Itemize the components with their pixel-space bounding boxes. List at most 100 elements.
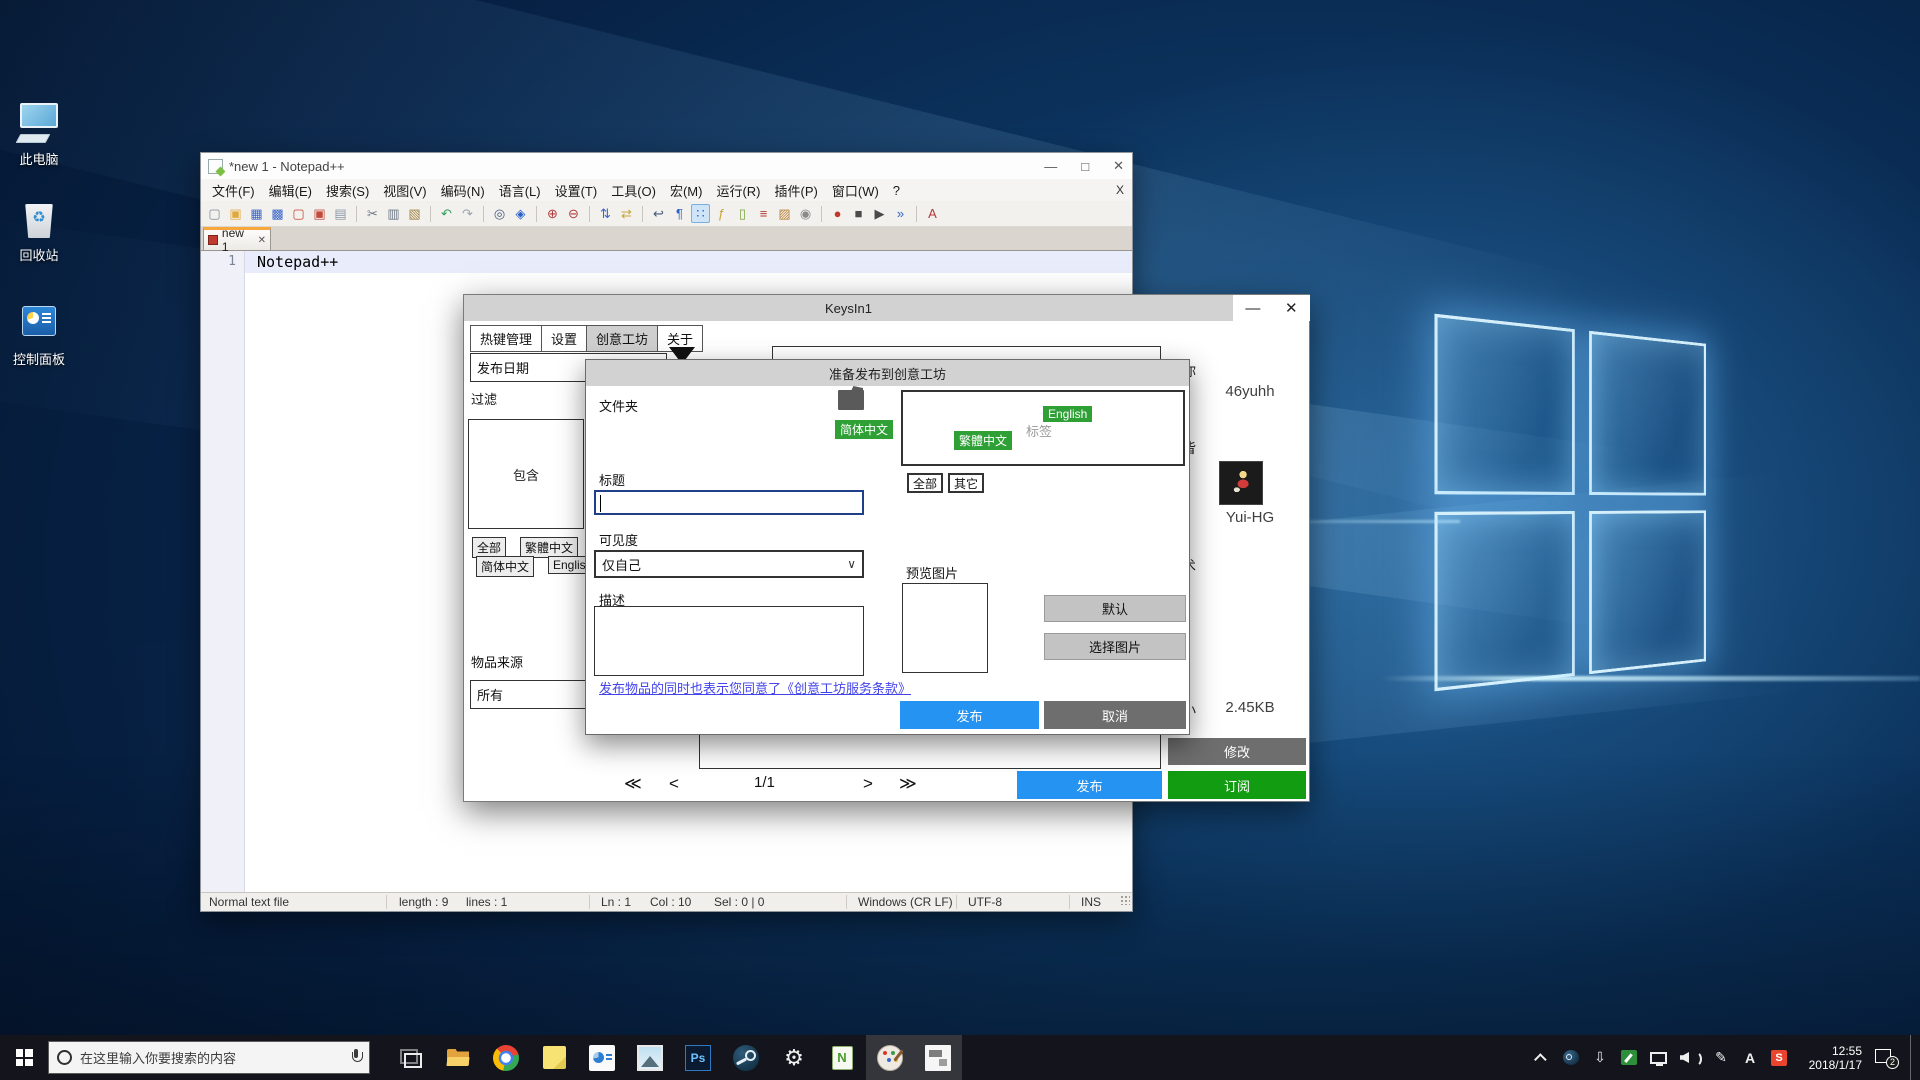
word-wrap-icon[interactable]: ↩ — [649, 204, 668, 223]
taskbar-media-center-button[interactable] — [578, 1035, 626, 1080]
include-box[interactable]: 包含 — [468, 419, 584, 529]
keysin1-tab-0[interactable]: 热键管理 — [470, 325, 542, 352]
document-list-icon[interactable]: ≡ — [754, 204, 773, 223]
menu-item-5[interactable]: 语言(L) — [492, 179, 548, 202]
menu-item-8[interactable]: 宏(M) — [663, 179, 710, 202]
document-tab[interactable]: new 1 ✕ — [203, 227, 271, 250]
filter-traditional-button[interactable]: 繁體中文 — [520, 537, 578, 558]
tab-close-icon[interactable]: ✕ — [258, 235, 266, 246]
close-button[interactable]: ✕ — [1113, 158, 1124, 174]
maximize-button[interactable]: □ — [1081, 159, 1089, 174]
menu-item-11[interactable]: 窗口(W) — [825, 179, 886, 202]
menu-item-3[interactable]: 视图(V) — [376, 179, 433, 202]
taskbar-keysin1-button[interactable] — [914, 1035, 962, 1080]
taskbar-photos-button[interactable] — [626, 1035, 674, 1080]
taskbar-steam-button[interactable] — [722, 1035, 770, 1080]
folder-as-workspace-icon[interactable]: ▨ — [775, 204, 794, 223]
replace-icon[interactable]: ◈ — [511, 204, 530, 223]
pen-tray-icon[interactable]: ✎ — [1713, 1049, 1729, 1066]
modal-publish-button[interactable]: 发布 — [900, 701, 1039, 729]
record-macro-icon[interactable]: ● — [828, 204, 847, 223]
menu-item-6[interactable]: 设置(T) — [548, 179, 605, 202]
title-input[interactable] — [594, 490, 864, 515]
minimize-button[interactable]: — — [1044, 159, 1057, 174]
new-file-icon[interactable]: ▢ — [205, 204, 224, 223]
run-macro-multiple-icon[interactable]: » — [891, 204, 910, 223]
subscribe-button[interactable]: 订阅 — [1168, 771, 1306, 799]
folder-icon[interactable] — [838, 390, 864, 410]
spell-check-icon[interactable]: A — [923, 204, 942, 223]
keysin1-titlebar[interactable]: KeysIn1 — [464, 295, 1233, 321]
tag-all-button[interactable]: 全部 — [907, 473, 943, 493]
volume-tray-icon[interactable] — [1680, 1050, 1700, 1065]
sogou-tray-icon[interactable]: S — [1771, 1050, 1787, 1066]
undo-icon[interactable]: ↶ — [437, 204, 456, 223]
publish-button[interactable]: 发布 — [1017, 771, 1162, 799]
modal-titlebar[interactable]: 准备发布到创意工坊 — [586, 360, 1189, 386]
show-all-characters-icon[interactable]: ¶ — [670, 204, 689, 223]
paste-icon[interactable]: ▧ — [405, 204, 424, 223]
minimize-button[interactable]: — — [1245, 300, 1260, 317]
taskbar-task-view-button[interactable] — [386, 1035, 434, 1080]
menu-item-10[interactable]: 插件(P) — [768, 179, 825, 202]
notification-icon[interactable]: 2 — [1875, 1048, 1897, 1068]
tray-clock[interactable]: 12:55 2018/1/17 — [1800, 1044, 1862, 1072]
menu-item-12[interactable]: ? — [886, 181, 907, 200]
menu-item-7[interactable]: 工具(O) — [604, 179, 663, 202]
document-map-icon[interactable]: ▯ — [733, 204, 752, 223]
keysin1-tab-1[interactable]: 设置 — [541, 325, 587, 352]
page-last-button[interactable]: ≫ — [899, 774, 917, 794]
function-list-icon[interactable]: ƒ — [712, 204, 731, 223]
taskbar-paint-button[interactable] — [866, 1035, 914, 1080]
taskbar-search-box[interactable]: 在这里输入你要搜索的内容 — [48, 1041, 370, 1074]
menu-item-2[interactable]: 搜索(S) — [319, 179, 376, 202]
menu-item-1[interactable]: 编辑(E) — [262, 179, 319, 202]
close-document-icon[interactable]: ▢ — [289, 204, 308, 223]
editor-tray-icon[interactable] — [1621, 1050, 1637, 1065]
close-button[interactable]: ✕ — [1285, 299, 1298, 317]
cut-icon[interactable]: ✂ — [363, 204, 382, 223]
copy-icon[interactable]: ▥ — [384, 204, 403, 223]
desktop-icon-control-panel[interactable]: 控制面板 — [6, 300, 72, 368]
sync-vertical-icon[interactable]: ⇅ — [596, 204, 615, 223]
taskbar-sticky-notes-button[interactable] — [530, 1035, 578, 1080]
default-button[interactable]: 默认 — [1044, 595, 1186, 622]
zoom-out-icon[interactable]: ⊖ — [564, 204, 583, 223]
notepad-titlebar[interactable]: *new 1 - Notepad++ — □ ✕ — [201, 153, 1132, 179]
print-icon[interactable]: ▤ — [331, 204, 350, 223]
zoom-in-icon[interactable]: ⊕ — [543, 204, 562, 223]
tag-english[interactable]: English — [1043, 406, 1092, 422]
filter-simplified-button[interactable]: 简体中文 — [476, 556, 534, 577]
tag-simplified-chinese[interactable]: 简体中文 — [835, 420, 893, 439]
tag-other-button[interactable]: 其它 — [948, 473, 984, 493]
tray-expand-icon[interactable] — [1534, 1053, 1547, 1066]
find-icon[interactable]: ◎ — [490, 204, 509, 223]
modal-cancel-button[interactable]: 取消 — [1044, 701, 1186, 729]
taskbar-file-explorer-button[interactable] — [434, 1035, 482, 1080]
save-icon[interactable]: ▦ — [247, 204, 266, 223]
tag-traditional-chinese[interactable]: 繁體中文 — [954, 431, 1012, 450]
indent-guide-icon[interactable]: ∷ — [691, 204, 710, 223]
resize-grip[interactable] — [1120, 895, 1130, 905]
steam-tray-icon[interactable] — [1563, 1050, 1579, 1065]
ime-indicator[interactable]: A — [1742, 1050, 1758, 1066]
show-desktop-button[interactable] — [1910, 1035, 1914, 1080]
menu-item-0[interactable]: 文件(F) — [205, 179, 262, 202]
choose-image-button[interactable]: 选择图片 — [1044, 633, 1186, 660]
page-prev-button[interactable]: < — [669, 774, 679, 794]
monitoring-icon[interactable]: ◉ — [796, 204, 815, 223]
preview-image-box[interactable] — [902, 583, 988, 673]
microphone-icon[interactable] — [351, 1049, 361, 1066]
desktop-icon-recycle-bin[interactable]: ♻ 回收站 — [6, 196, 72, 264]
taskbar-chrome-button[interactable] — [482, 1035, 530, 1080]
workshop-terms-link[interactable]: 发布物品的同时也表示您同意了《创意工坊服务条款》 — [599, 678, 911, 697]
taskbar-notepad-plus-plus-button[interactable] — [818, 1035, 866, 1080]
taskbar-settings-button[interactable] — [770, 1035, 818, 1080]
desktop-icon-this-pc[interactable]: 此电脑 — [6, 100, 72, 168]
menu-item-4[interactable]: 编码(N) — [434, 179, 492, 202]
taskbar-photoshop-button[interactable] — [674, 1035, 722, 1080]
start-button[interactable] — [0, 1035, 48, 1080]
menu-item-9[interactable]: 运行(R) — [709, 179, 767, 202]
open-folder-icon[interactable]: ▣ — [226, 204, 245, 223]
usb-tray-icon[interactable]: ⇩ — [1592, 1049, 1608, 1066]
